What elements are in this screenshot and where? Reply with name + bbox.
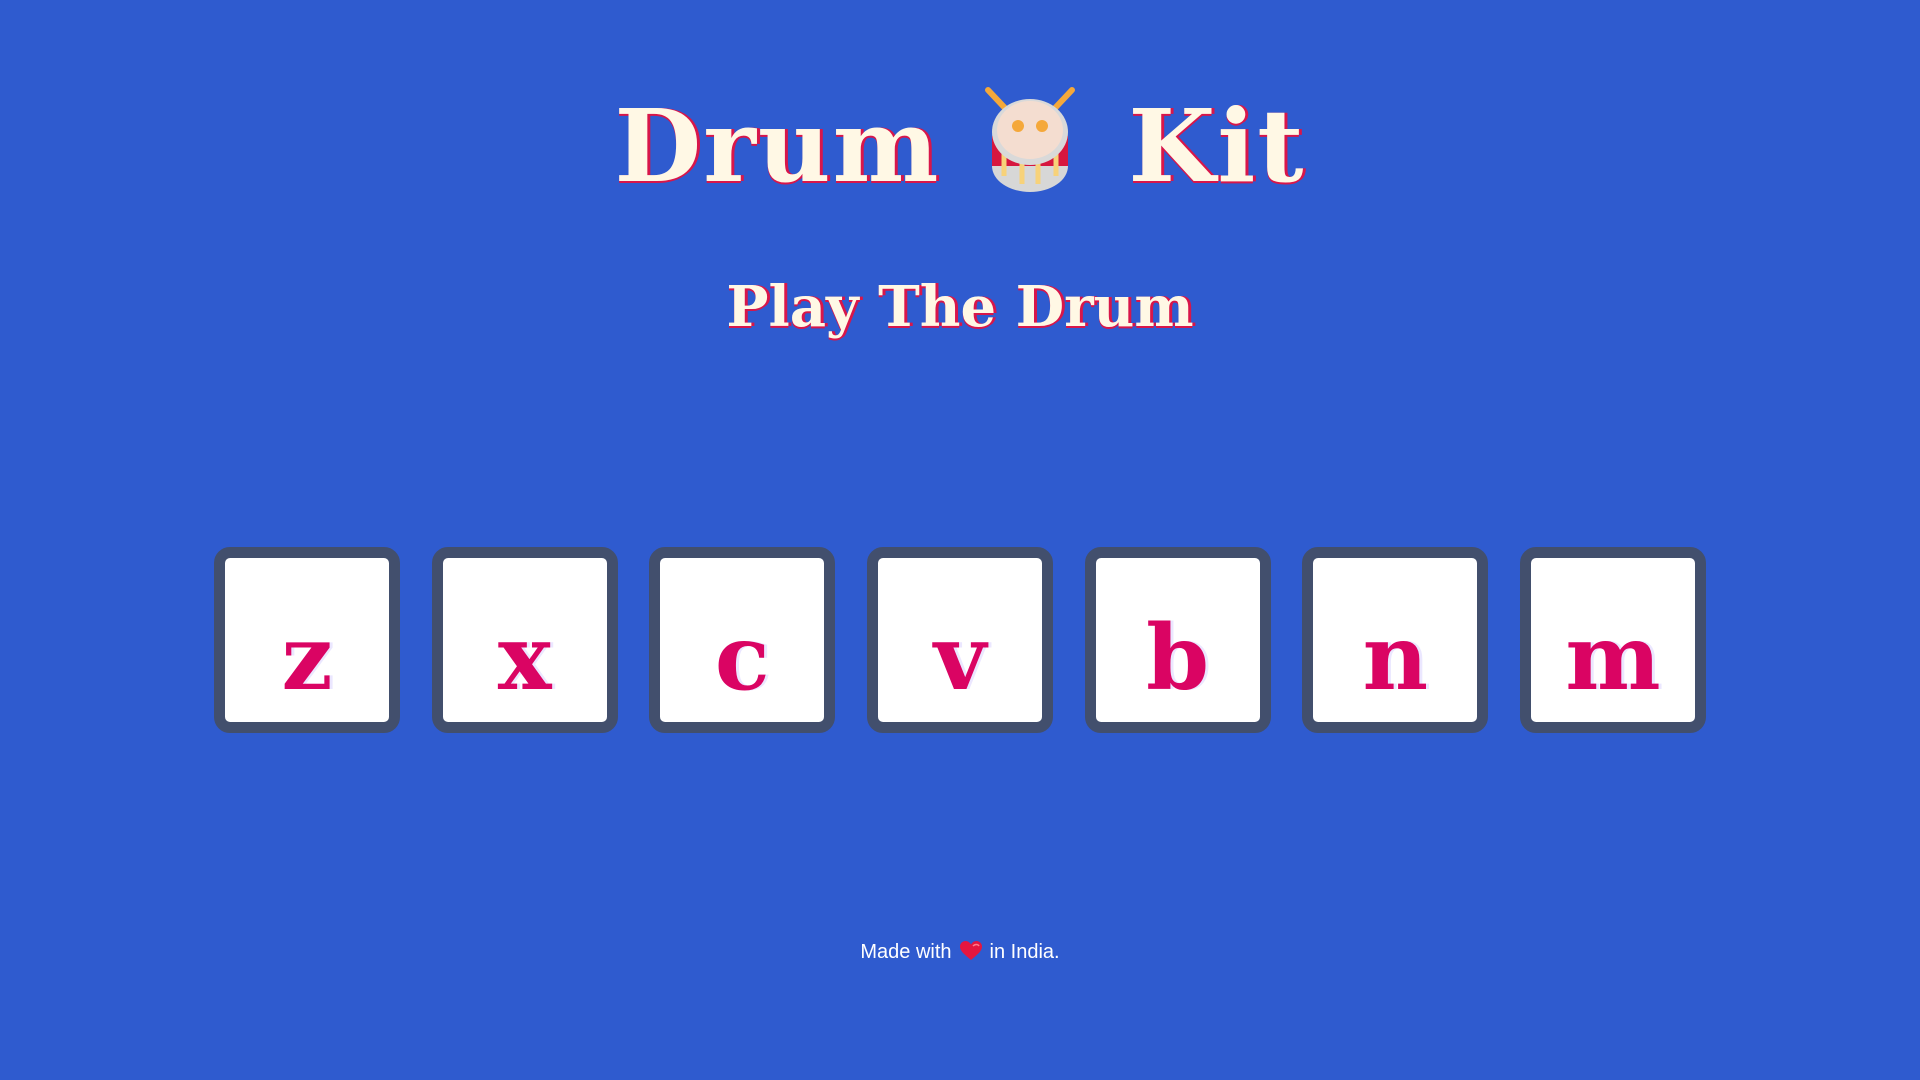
pad-key-label: b xyxy=(1146,605,1210,711)
drum-pad-m[interactable]: m xyxy=(1519,547,1706,733)
drum-pad-n[interactable]: n xyxy=(1302,547,1489,733)
page-title: Drum Kit xyxy=(0,72,1920,211)
page-subtitle: Play The Drum xyxy=(726,274,1194,340)
heart-icon xyxy=(959,941,982,961)
pad-key-label: z xyxy=(281,605,333,711)
footer-text-before: Made with xyxy=(860,941,952,963)
title-word-drum: Drum xyxy=(614,87,941,206)
drum-pad-v[interactable]: v xyxy=(866,547,1053,733)
drum-pad-z[interactable]: z xyxy=(214,547,400,733)
pad-key-label: n xyxy=(1362,605,1428,711)
title-word-kit: Kit xyxy=(1128,87,1306,206)
drum-pad-x[interactable]: x xyxy=(431,547,618,733)
drum-pads: z x c v b n m xyxy=(214,547,1706,733)
pad-key-label: x xyxy=(497,605,552,711)
footer: Made with in India. xyxy=(0,938,1920,966)
pad-key-label: c xyxy=(714,605,770,711)
pad-key-label: v xyxy=(933,605,987,711)
pad-key-label: m xyxy=(1565,605,1661,711)
drum-pad-c[interactable]: c xyxy=(649,547,836,733)
drum-icon xyxy=(974,84,1086,196)
footer-text-after: in India. xyxy=(989,941,1060,963)
drum-pad-b[interactable]: b xyxy=(1084,547,1271,733)
